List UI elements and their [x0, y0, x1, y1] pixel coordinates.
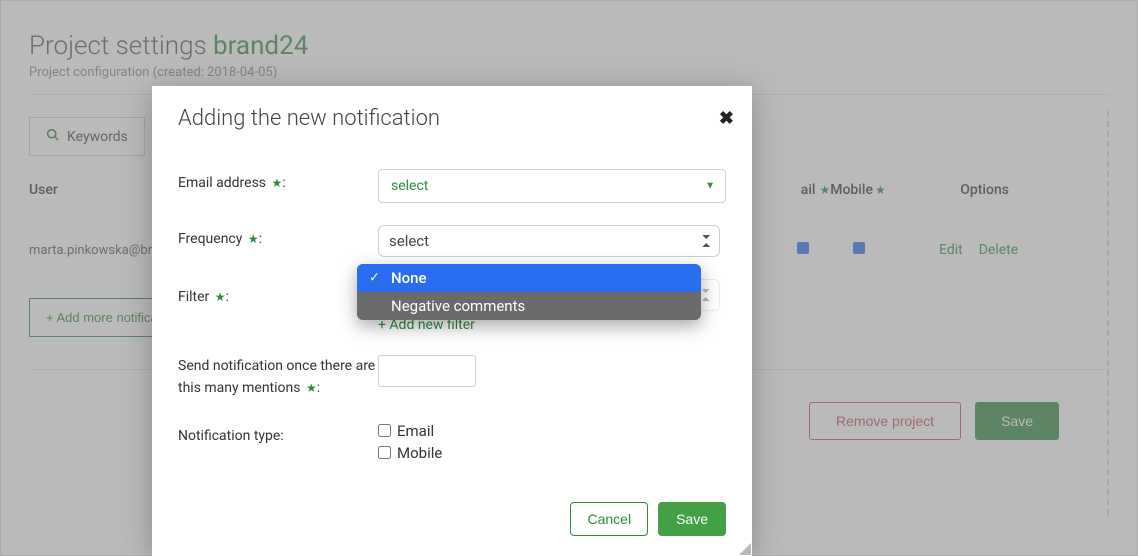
- filter-dropdown-list: None Negative comments: [357, 264, 701, 320]
- row-notification-type: Notification type: Email Mobile: [178, 422, 726, 466]
- label-frequency: Frequency :: [178, 225, 378, 247]
- star-icon: [248, 232, 259, 246]
- row-email: Email address : select ▼: [178, 169, 726, 203]
- add-notification-modal: Adding the new notification ✖ Email addr…: [152, 86, 752, 556]
- modal-title: Adding the new notification: [178, 106, 726, 131]
- label-notification-type: Notification type:: [178, 422, 378, 444]
- email-select-placeholder: select: [391, 178, 428, 194]
- field-notification-type: Email Mobile: [378, 422, 726, 466]
- dropdown-item-none[interactable]: None: [357, 264, 701, 292]
- threshold-input[interactable]: [378, 355, 476, 387]
- checkbox-email-input[interactable]: [378, 424, 391, 437]
- checkbox-mobile-input[interactable]: [378, 446, 391, 459]
- checkbox-email[interactable]: Email: [378, 422, 726, 440]
- field-email-address: select ▼: [378, 169, 726, 203]
- cancel-button[interactable]: Cancel: [570, 502, 648, 536]
- star-icon: [272, 176, 283, 190]
- label-threshold: Send notification once there are this ma…: [178, 355, 378, 400]
- star-icon: [306, 381, 317, 395]
- frequency-select[interactable]: select: [378, 225, 720, 257]
- label-email-address: Email address :: [178, 169, 378, 191]
- chevron-down-icon: ▼: [705, 181, 715, 192]
- resize-handle[interactable]: [739, 543, 751, 555]
- row-frequency: Frequency : select: [178, 225, 726, 257]
- label-filter: Filter :: [178, 279, 378, 305]
- email-select[interactable]: select ▼: [378, 169, 726, 203]
- dropdown-item-negative-comments[interactable]: Negative comments: [357, 292, 701, 320]
- field-frequency: select: [378, 225, 726, 257]
- field-threshold: [378, 355, 726, 387]
- close-icon[interactable]: ✖: [719, 108, 734, 129]
- row-threshold: Send notification once there are this ma…: [178, 355, 726, 400]
- modal-footer: Cancel Save: [178, 502, 726, 536]
- star-icon: [215, 290, 226, 304]
- checkbox-mobile[interactable]: Mobile: [378, 444, 726, 462]
- save-button[interactable]: Save: [658, 502, 726, 536]
